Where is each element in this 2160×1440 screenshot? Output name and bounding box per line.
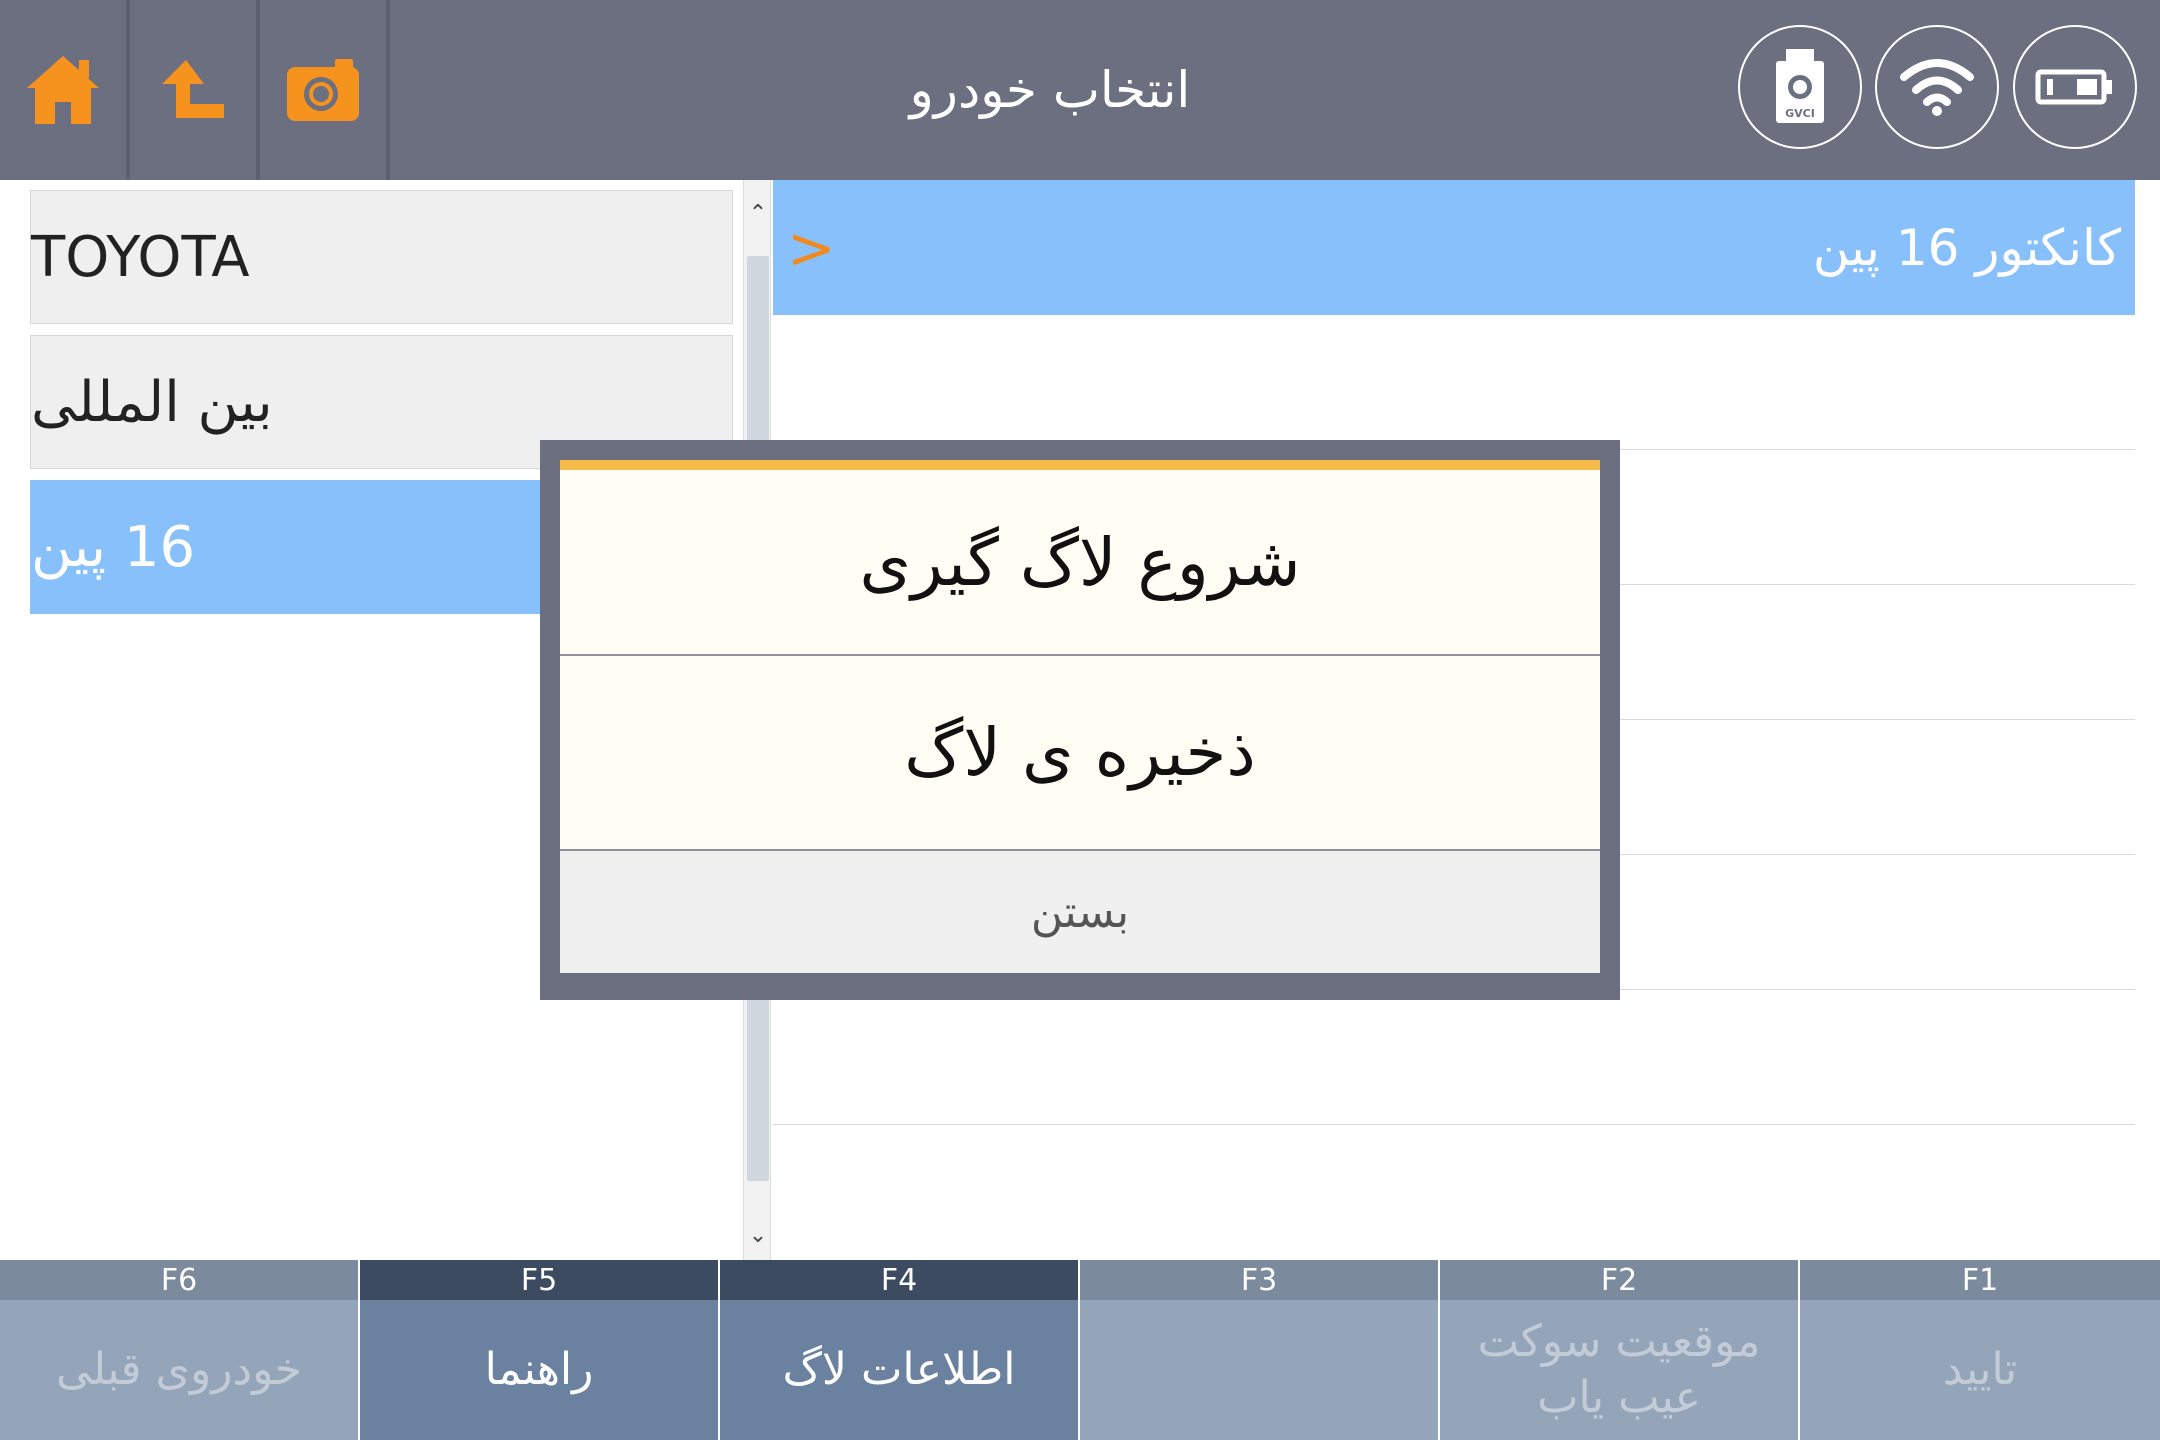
- connector-label: کانکتور 16 پین: [1812, 218, 2121, 277]
- up-arrow-icon: [162, 60, 224, 118]
- close-button[interactable]: بستن: [560, 851, 1600, 973]
- gvci-label: GVCI: [1785, 107, 1815, 120]
- function-label: راهنما: [360, 1300, 718, 1440]
- scroll-up-arrow[interactable]: ⌃: [744, 198, 772, 228]
- f5-help-button[interactable]: F5 راهنما: [360, 1260, 718, 1440]
- scroll-down-arrow[interactable]: ⌄: [744, 1220, 772, 1250]
- gvci-status-button[interactable]: GVCI: [1738, 25, 1862, 149]
- log-menu-dialog: شروع لاگ گیری ذخیره ی لاگ بستن: [540, 440, 1620, 1000]
- battery-status-button[interactable]: [2013, 25, 2137, 149]
- function-key-label: F5: [360, 1260, 718, 1300]
- function-label: [1080, 1300, 1438, 1440]
- function-key-label: F2: [1440, 1260, 1798, 1300]
- f2-socket-location-button[interactable]: F2 موقعیت سوکت عیب یاب: [1440, 1260, 1798, 1440]
- function-key-label: F4: [720, 1260, 1078, 1300]
- f6-previous-vehicle-button[interactable]: F6 خودروی قبلی: [0, 1260, 358, 1440]
- function-key-label: F6: [0, 1260, 358, 1300]
- f4-log-info-button[interactable]: F4 اطلاعات لاگ: [720, 1260, 1078, 1440]
- dialog-accent-bar: [560, 460, 1600, 470]
- header-separator: [386, 0, 390, 180]
- list-item-label: 16 پین: [31, 514, 196, 580]
- camera-icon: [287, 59, 359, 121]
- function-label: خودروی قبلی: [0, 1300, 358, 1440]
- connector-row[interactable]: > کانکتور 16 پین: [773, 180, 2135, 315]
- page-title: انتخاب خودرو: [909, 61, 1191, 119]
- list-item-label: TOYOTA: [31, 224, 250, 290]
- function-label: موقعیت سوکت عیب یاب: [1440, 1300, 1798, 1440]
- f1-confirm-button[interactable]: F1 تایید: [1800, 1260, 2160, 1440]
- gvci-device-icon: GVCI: [1776, 49, 1824, 123]
- screenshot-button[interactable]: [260, 0, 386, 180]
- list-item-toyota[interactable]: TOYOTA: [30, 190, 733, 324]
- home-button[interactable]: [0, 0, 126, 180]
- save-log-option[interactable]: ذخیره ی لاگ: [560, 656, 1600, 849]
- dialog-body: شروع لاگ گیری ذخیره ی لاگ بستن: [560, 460, 1600, 982]
- function-key-label: F3: [1080, 1260, 1438, 1300]
- wifi-icon: [1900, 59, 1974, 116]
- function-label: تایید: [1800, 1300, 2160, 1440]
- row-divider: [773, 1124, 2135, 1125]
- function-key-label: F1: [1800, 1260, 2160, 1300]
- start-logging-option[interactable]: شروع لاگ گیری: [560, 470, 1600, 654]
- f3-button[interactable]: F3: [1080, 1260, 1438, 1440]
- battery-icon: [2035, 69, 2112, 105]
- list-item-label: بین المللی: [31, 369, 273, 435]
- back-up-button[interactable]: [130, 0, 256, 180]
- home-icon: [27, 56, 99, 124]
- top-bar: انتخاب خودرو GVCI: [0, 0, 2160, 180]
- chevron-icon: >: [787, 213, 836, 282]
- wifi-status-button[interactable]: [1875, 25, 1999, 149]
- function-label: اطلاعات لاگ: [720, 1300, 1078, 1440]
